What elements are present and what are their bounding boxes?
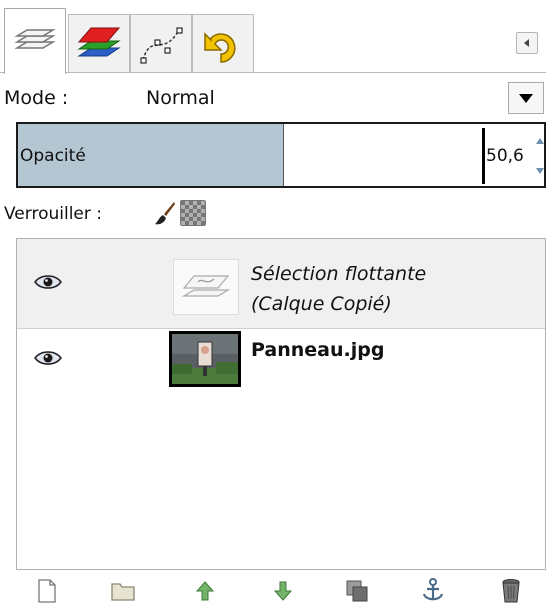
- layers-icon: [14, 28, 56, 49]
- opacity-decrease-button[interactable]: [532, 158, 546, 184]
- duplicate-layer-icon: [346, 580, 368, 602]
- lock-row: Verrouiller :: [0, 196, 546, 234]
- mode-label: Mode :: [4, 87, 69, 109]
- tab-undo-history[interactable]: [192, 14, 254, 72]
- dock-tab-bar: [0, 0, 546, 74]
- anchor-layer-icon: [422, 578, 444, 601]
- tab-paths[interactable]: [130, 14, 192, 72]
- opacity-spin-buttons: [532, 128, 546, 184]
- eye-icon: [34, 275, 62, 289]
- tab-bar-divider: [0, 72, 546, 73]
- chevron-left-icon: [524, 39, 529, 47]
- floating-selection-icon: [181, 275, 231, 297]
- channels-icon: [77, 27, 121, 56]
- chevron-down-icon: [519, 94, 533, 103]
- delete-layer-icon: [502, 579, 520, 603]
- anchor-layer-button[interactable]: [418, 576, 448, 606]
- lock-alpha-toggle[interactable]: [180, 200, 206, 226]
- tab-layers[interactable]: [4, 8, 66, 74]
- layer-name-line: Sélection flottante: [251, 263, 427, 285]
- tab-menu-button[interactable]: [516, 32, 538, 54]
- new-group-button[interactable]: [108, 576, 138, 606]
- new-layer-icon: [38, 579, 56, 603]
- duplicate-layer-button[interactable]: [342, 576, 372, 606]
- mode-row: Mode : Normal: [0, 78, 546, 118]
- undo-history-icon: [204, 31, 236, 63]
- delete-layer-button[interactable]: [496, 576, 526, 606]
- layer-visibility-toggle[interactable]: [33, 273, 63, 295]
- layer-name-line: (Calque Copié): [251, 293, 392, 315]
- mode-dropdown-button[interactable]: [508, 82, 544, 114]
- lower-layer-button[interactable]: [268, 576, 298, 606]
- arrow-down-icon: [536, 168, 544, 174]
- new-group-icon: [111, 583, 135, 601]
- layer-list[interactable]: Sélection flottante (Calque Copié) Panne…: [16, 238, 546, 570]
- floating-selection-thumbnail: [173, 259, 239, 315]
- tab-channels[interactable]: [68, 14, 130, 72]
- arrow-up-icon: [536, 138, 544, 144]
- layer-thumbnail: [169, 331, 241, 387]
- lower-layer-icon: [273, 581, 293, 601]
- layer-row[interactable]: Panneau.jpg: [17, 329, 545, 389]
- layer-row[interactable]: Sélection flottante (Calque Copié): [17, 239, 545, 329]
- lock-label: Verrouiller :: [4, 204, 102, 224]
- lock-pixels-toggle[interactable]: [154, 200, 176, 230]
- layer-toolbar: [0, 572, 546, 608]
- layer-visibility-toggle[interactable]: [33, 349, 63, 371]
- paintbrush-icon: [155, 202, 175, 225]
- opacity-value[interactable]: 50,6: [486, 146, 524, 166]
- layer-name: Panneau.jpg: [251, 339, 385, 361]
- photo-thumbnail-icon: [172, 334, 238, 384]
- raise-layer-icon: [195, 581, 215, 601]
- mode-select[interactable]: Normal: [146, 87, 215, 109]
- opacity-slider[interactable]: Opacité 50,6: [16, 122, 546, 188]
- raise-layer-button[interactable]: [190, 576, 220, 606]
- opacity-increase-button[interactable]: [532, 128, 546, 154]
- paths-icon: [140, 27, 183, 63]
- opacity-label: Opacité: [20, 146, 86, 166]
- eye-icon: [34, 351, 62, 365]
- layer-name: Sélection flottante (Calque Copié): [251, 259, 426, 319]
- new-layer-button[interactable]: [32, 576, 62, 606]
- text-cursor: [482, 128, 485, 184]
